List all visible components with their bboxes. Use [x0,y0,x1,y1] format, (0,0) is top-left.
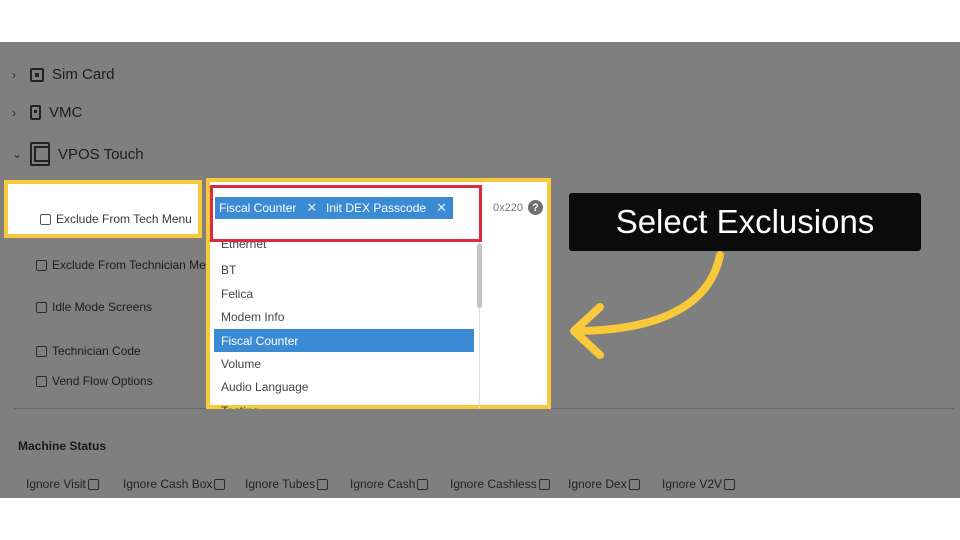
checkbox-label: Ignore Cashless [450,477,537,491]
checkbox[interactable] [36,301,47,313]
sim-card-icon [30,67,44,82]
callout-label: Select Exclusions [569,193,921,251]
machine-status-ignore-cash-box[interactable]: Ignore Cash Box [123,477,226,491]
multiselect-tag-input[interactable]: Fiscal Counter ✕ Init DEX Passcode ✕ [210,185,482,242]
tree-item-vpos-touch[interactable]: ⌄ VPOS Touch [12,142,144,166]
screenshot-stage: › Sim Card › VMC ⌄ VPOS Touch Exclude Fr… [0,0,960,540]
option-vend-flow-options[interactable]: Vend Flow Options [36,374,153,388]
option-technician-code[interactable]: Technician Code [36,344,141,358]
dropdown-option[interactable]: Audio Language [214,375,474,398]
highlight-exclusion-dropdown: Fiscal Counter ✕ Init DEX Passcode ✕ Eth… [206,178,551,409]
checkbox-label: Ignore Dex [568,477,627,491]
machine-status-title: Machine Status [18,439,107,453]
dropdown-option[interactable]: Ethernet [214,242,474,255]
checkbox[interactable] [538,478,550,490]
dropdown-option[interactable]: BT [214,258,474,281]
hex-text: 0x220 [493,201,523,214]
tree-item-sim-card[interactable]: › Sim Card [12,66,115,83]
dropdown-scrollbar[interactable] [477,244,482,308]
checkbox[interactable] [214,478,226,490]
option-label: Exclude From Tech Menu [56,212,192,226]
curved-arrow-icon [570,251,724,359]
checkbox-label: Ignore Tubes [245,477,316,491]
checkbox-label: Ignore Visit [26,477,86,491]
dropdown-option[interactable]: Modem Info [214,305,474,328]
close-icon[interactable]: ✕ [306,200,317,216]
checkbox[interactable] [40,213,51,225]
option-idle-mode-screens[interactable]: Idle Mode Screens [36,300,152,314]
machine-status-ignore-dex[interactable]: Ignore Dex [568,477,640,491]
checkbox[interactable] [417,478,429,490]
dropdown-option[interactable]: Felica [214,282,474,305]
chevron-down-icon: ⌄ [12,147,23,161]
dropdown-option-highlighted[interactable]: Fiscal Counter [214,329,474,352]
highlight-exclude-tech-menu: Exclude From Tech Menu [4,180,202,238]
checkbox[interactable] [36,259,47,271]
hex-value-exclude-tech-menu: 0x220 ? [493,200,543,215]
dropdown-option-list[interactable]: Ethernet BT Felica Modem Info Fiscal Cou… [210,242,480,409]
chevron-right-icon: › [12,105,16,120]
selected-tag-fiscal-counter: Fiscal Counter ✕ [215,197,324,219]
checkbox[interactable] [724,478,736,490]
tree-item-label: Sim Card [52,66,115,83]
vmc-device-icon [30,105,41,120]
chevron-right-icon: › [12,67,16,82]
option-exclude-technician-menu[interactable]: Exclude From Technician Menu [36,258,219,272]
tree-item-label: VPOS Touch [58,145,144,163]
option-label: Idle Mode Screens [52,300,153,314]
checkbox-label: Ignore Cash Box [123,477,213,491]
checkbox[interactable] [317,478,329,490]
vpos-touch-device-icon [30,142,50,166]
checkbox-label: Ignore V2V [662,477,723,491]
option-label: Vend Flow Options [52,374,153,388]
tree-item-label: VMC [49,104,83,121]
tag-label: Init DEX Passcode [326,201,427,215]
checkbox[interactable] [36,345,47,357]
machine-status-ignore-visit[interactable]: Ignore Visit [26,477,99,491]
checkbox[interactable] [628,478,640,490]
option-exclude-tech-menu[interactable]: Exclude From Tech Menu [40,212,192,226]
tag-label: Fiscal Counter [219,201,297,215]
dropdown-option[interactable]: Testing [214,399,474,410]
machine-status-ignore-v2v[interactable]: Ignore V2V [662,477,736,491]
checkbox[interactable] [36,375,47,387]
machine-status-ignore-tubes[interactable]: Ignore Tubes [245,477,329,491]
tree-item-vmc[interactable]: › VMC [12,104,82,121]
dropdown-option[interactable]: Volume [214,352,474,375]
help-circle-icon[interactable]: ? [527,200,543,215]
option-label: Exclude From Technician Menu [52,258,220,272]
checkbox[interactable] [87,478,99,490]
option-label: Technician Code [52,344,141,358]
machine-status-ignore-cashless[interactable]: Ignore Cashless [450,477,550,491]
close-icon[interactable]: ✕ [436,200,447,216]
checkbox-label: Ignore Cash [350,477,416,491]
machine-status-ignore-cash[interactable]: Ignore Cash [350,477,429,491]
selected-tag-init-dex-passcode: Init DEX Passcode ✕ [322,197,453,219]
